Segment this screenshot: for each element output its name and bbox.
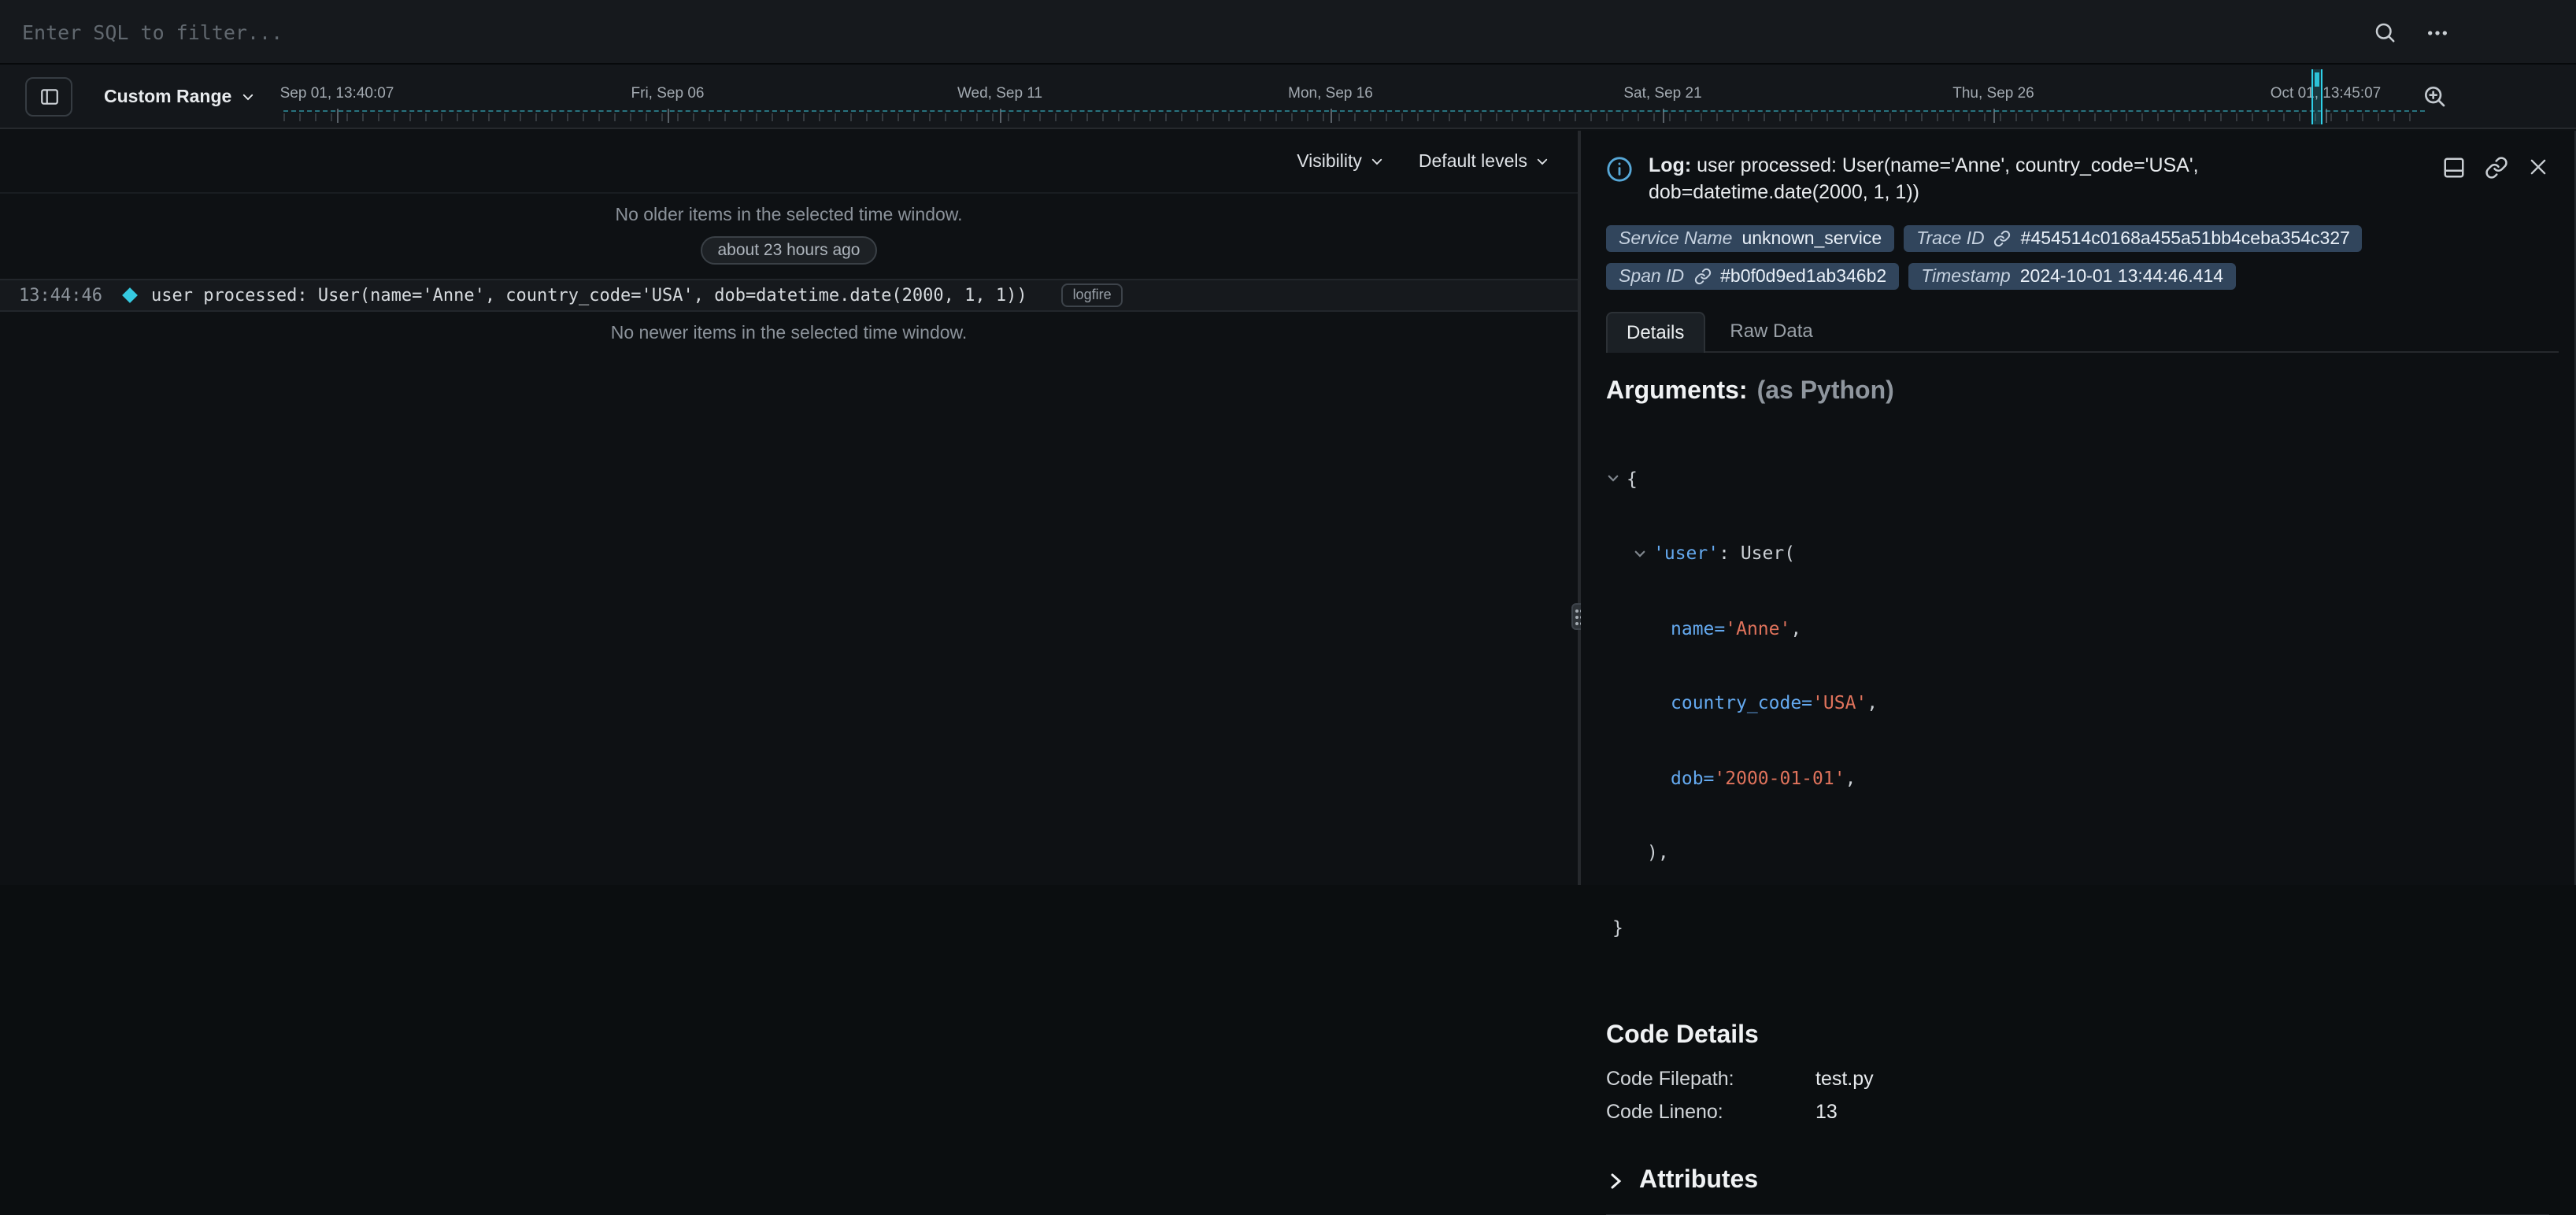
link-icon [1693,268,1711,285]
collapse-caret-icon[interactable] [1606,472,1620,486]
service-name-badge: Service Nameunknown_service [1606,225,1894,252]
trace-id-badge[interactable]: Trace ID#454514c0168a455a51bb4ceba354c32… [1904,225,2363,252]
main-split: Visibility Default levels No older items… [0,131,2576,885]
code-line: ), [1606,837,2549,868]
link-icon [1994,230,2012,247]
timeline-tick-label: Wed, Sep 11 [957,85,1042,102]
search-icon[interactable] [2373,20,2396,44]
list-toolbar: Visibility Default levels [0,131,1578,194]
log-level-icon [122,287,138,303]
timeline-minor-ticks [283,113,2425,121]
no-newer-items-hint: No newer items in the selected time wind… [0,324,1578,343]
log-message: user processed: User(name='Anne', countr… [151,285,1027,306]
logfire-app: Custom Range Sep 01, 13:40:07 Fri, Sep 0… [0,0,2576,885]
detail-title: Log: user processed: User(name='Anne', c… [1649,153,2286,205]
collapse-caret-icon[interactable] [1633,546,1647,561]
timeline-tick-label: Thu, Sep 26 [1952,85,2034,102]
time-range-label: Custom Range [104,87,231,106]
metadata-badges: Service Nameunknown_service Trace ID#454… [1581,205,2415,290]
timeline-tick-label: Oct 01, 13:45:07 [2271,85,2382,102]
timeline-tick-label: Sat, Sep 21 [1623,85,1701,102]
span-id-badge[interactable]: Span ID#b0f0d9ed1ab346b2 [1606,263,1899,290]
detail-title-kind: Log: [1649,154,1691,176]
attributes-toggle[interactable]: Attributes [1606,1166,2549,1195]
info-level-icon [1606,156,1633,205]
code-details-table: Code Filepath: test.py Code Lineno: 13 [1606,1062,2549,1128]
code-filepath-row: Code Filepath: test.py [1606,1062,2549,1095]
visibility-label: Visibility [1297,152,1362,171]
detail-tabs: Details Raw Data [1606,312,2559,353]
code-line: } [1606,912,2549,943]
timeline-selection-brush[interactable] [2311,69,2322,124]
log-detail-panel: Log: user processed: User(name='Anne', c… [1581,131,2576,885]
log-row[interactable]: 13:44:46 user processed: User(name='Anne… [0,279,1578,312]
open-in-panel-icon[interactable] [2442,156,2466,180]
chevron-down-icon [1370,154,1384,169]
detail-header: Log: user processed: User(name='Anne', c… [1581,131,2574,205]
chevron-right-icon [1606,1171,1625,1190]
timeline-track[interactable]: Sep 01, 13:40:07 Fri, Sep 06 Wed, Sep 11… [283,65,2425,128]
time-ago-badge[interactable]: about 23 hours ago [701,236,878,265]
timeline-tick-label: Mon, Sep 16 [1288,85,1373,102]
tab-raw-data[interactable]: Raw Data [1711,312,1831,351]
chevron-down-icon [1535,154,1549,169]
levels-label: Default levels [1419,152,1527,171]
tab-details[interactable]: Details [1606,312,1704,353]
arguments-code-tree: { 'user': User( name='Anne', country_cod… [1606,419,2549,987]
code-line: dob='2000-01-01', [1606,762,2549,793]
detail-actions [2442,153,2549,205]
close-icon[interactable] [2527,156,2549,178]
copy-link-icon[interactable] [2485,156,2508,180]
code-filepath-label: Code Filepath: [1606,1062,1815,1095]
code-lineno-value: 13 [1815,1095,1838,1128]
levels-dropdown[interactable]: Default levels [1419,152,1549,171]
timestamp-badge: Timestamp2024-10-01 13:44:46.414 [1908,263,2236,290]
code-lineno-label: Code Lineno: [1606,1095,1815,1128]
code-lineno-row: Code Lineno: 13 [1606,1095,2549,1128]
timeline-bar: Custom Range Sep 01, 13:40:07 Fri, Sep 0… [0,65,2576,129]
sql-filter-input[interactable] [22,20,2554,43]
attributes-heading: Attributes [1639,1166,1758,1195]
more-menu-icon[interactable] [2425,20,2450,45]
time-range-selector[interactable]: Custom Range [104,65,255,129]
sql-filter-bar [0,0,2576,65]
detail-title-message: user processed: User(name='Anne', countr… [1649,154,2199,202]
no-older-items-hint: No older items in the selected time wind… [0,206,1578,225]
timeline-tick-label: Sep 01, 13:40:07 [280,85,394,102]
code-details-heading: Code Details [1606,1021,2549,1050]
visibility-dropdown[interactable]: Visibility [1297,152,1384,171]
timeline-tick-label: Fri, Sep 06 [631,85,705,102]
topbar-actions [2373,0,2450,65]
detail-body: Arguments:(as Python) { 'user': User( na… [1581,353,2574,1215]
sidebar-panel-icon [39,87,59,107]
log-tag-chip[interactable]: logfire [1062,283,1123,307]
timeline-zoom-in-icon[interactable] [2422,83,2447,109]
code-line: 'user': User( [1606,538,2549,569]
code-line: country_code='USA', [1606,687,2549,718]
arguments-heading: Arguments:(as Python) [1606,378,2549,406]
code-line: { [1606,463,2549,494]
code-filepath-value: test.py [1815,1062,1874,1095]
log-list-panel: Visibility Default levels No older items… [0,131,1578,885]
code-line: name='Anne', [1606,613,2549,643]
sidebar-toggle-button[interactable] [25,77,72,117]
log-timestamp: 13:44:46 [19,285,102,306]
arguments-qualifier: (as Python) [1757,378,1894,405]
timeline-threshold-line [283,110,2425,112]
chevron-down-icon [241,90,255,104]
